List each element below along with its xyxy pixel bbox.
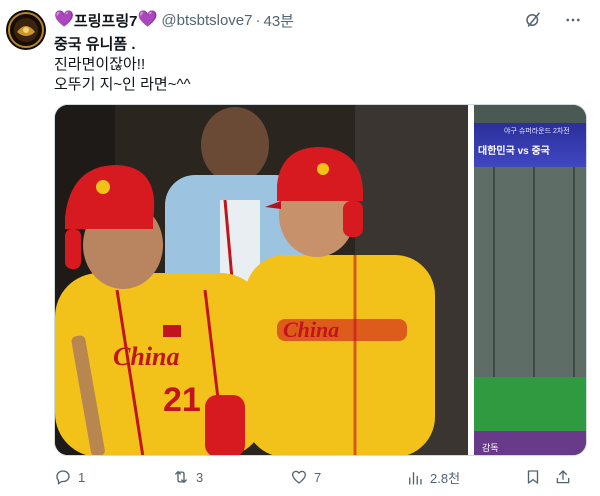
bookmark-button[interactable] [524, 468, 542, 486]
jersey-text-left: China [113, 342, 180, 371]
broadcast-banner-title: 대한민국 vs 중국 [478, 146, 550, 157]
retweet-icon [172, 468, 190, 486]
like-button[interactable]: 7 [290, 468, 321, 486]
share-button[interactable] [554, 468, 572, 486]
reply-count: 1 [78, 469, 86, 485]
tweet-header: 💜 프링프링7 💜 @btsbtslove7 · 43분 [54, 10, 294, 30]
views-button[interactable]: 2.8천 [406, 468, 460, 487]
reply-button[interactable]: 1 [54, 468, 85, 486]
tweet[interactable]: 💜 프링프링7 💜 @btsbtslove7 · 43분 중국 유니폼 . 진라… [0, 0, 600, 496]
bookmark-icon [524, 468, 542, 486]
avatar[interactable] [6, 10, 46, 50]
like-count: 7 [314, 469, 322, 485]
purple-heart-emoji: 💜 [137, 11, 158, 28]
views-icon [406, 469, 424, 487]
heart-icon [290, 468, 308, 486]
reply-icon [54, 468, 72, 486]
avatar-image [8, 12, 44, 48]
tweet-media[interactable]: China China 21 야구 슈퍼라운드 2차전 대한민국 vs 중국 감… [54, 104, 587, 456]
share-icon [554, 468, 572, 486]
retweet-count: 3 [196, 469, 204, 485]
tweet-text-line: 진라면이잖아!! [54, 56, 146, 73]
tweet-text-line: 오뚜기 지~인 라면~^^ [54, 76, 191, 93]
media-photo-broadcast[interactable]: 야구 슈퍼라운드 2차전 대한민국 vs 중국 감독 [474, 105, 586, 455]
tweet-action-bar: 1 3 7 2.8천 [54, 468, 574, 490]
user-handle[interactable]: @btsbtslove7 [161, 12, 252, 29]
retweet-button[interactable]: 3 [172, 468, 203, 486]
broadcast-banner-subtitle: 야구 슈퍼라운드 2차전 [504, 128, 570, 135]
display-name[interactable]: 프링프링7 [74, 10, 138, 31]
purple-heart-emoji: 💜 [54, 11, 74, 28]
views-count: 2.8천 [430, 471, 461, 486]
timestamp[interactable]: 43분 [264, 10, 295, 31]
baseball-players-photo: China China 21 [55, 105, 468, 455]
tweet-top-actions [524, 11, 582, 29]
tweet-text-line: 중국 유니폼 . [54, 36, 136, 53]
more-icon[interactable] [564, 11, 582, 29]
jersey-number: 21 [163, 381, 201, 419]
broadcast-banner: 야구 슈퍼라운드 2차전 대한민국 vs 중국 [474, 123, 586, 167]
jersey-text-right: China [283, 317, 339, 342]
broadcast-caption: 감독 [482, 443, 499, 453]
grok-icon[interactable] [524, 11, 542, 29]
tweet-text: 중국 유니폼 . 진라면이잖아!! 오뚜기 지~인 라면~^^ [54, 35, 191, 95]
media-photo-players[interactable]: China China 21 [55, 105, 468, 455]
separator-dot: · [255, 11, 261, 29]
